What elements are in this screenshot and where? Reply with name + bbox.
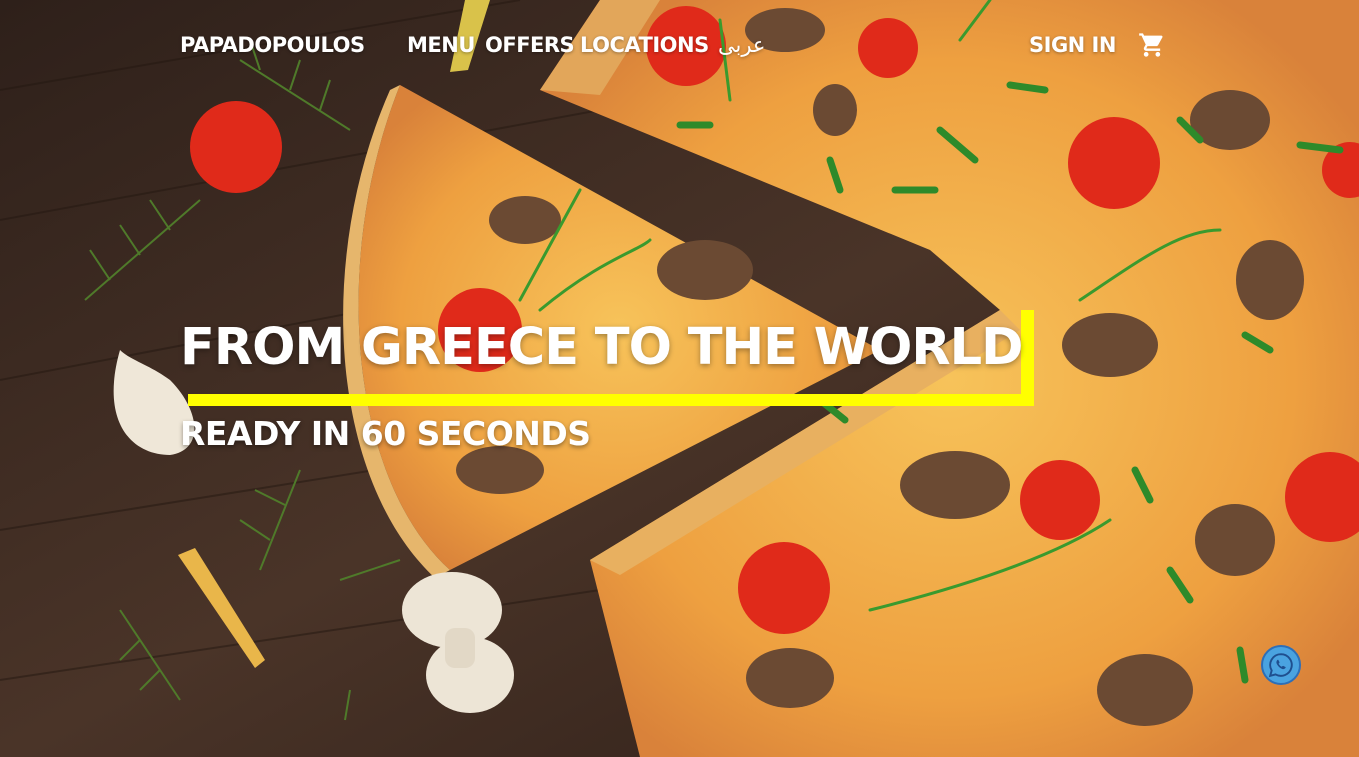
- hero-background-image: [0, 0, 1359, 757]
- nav-offers-link[interactable]: OFFERS: [485, 33, 575, 57]
- nav-menu-link[interactable]: MENU: [407, 33, 475, 57]
- hero-accent-bar-vertical: [1021, 310, 1034, 406]
- hero-accent-bar-horizontal: [188, 394, 1034, 406]
- brand-logo[interactable]: PAPADOPOULOS: [180, 33, 365, 57]
- hero-subtitle: READY IN 60 SECONDS: [180, 414, 591, 453]
- nav-locations-link[interactable]: LOCATIONS: [580, 33, 709, 57]
- whatsapp-icon: [1268, 653, 1293, 678]
- sign-in-link[interactable]: SIGN IN: [1029, 33, 1116, 57]
- hero-title: FROM GREECE TO THE WORLD: [180, 318, 1023, 377]
- language-toggle-link[interactable]: عربى: [718, 33, 766, 57]
- whatsapp-chat-button[interactable]: [1261, 645, 1301, 685]
- shopping-cart-icon[interactable]: [1138, 31, 1166, 59]
